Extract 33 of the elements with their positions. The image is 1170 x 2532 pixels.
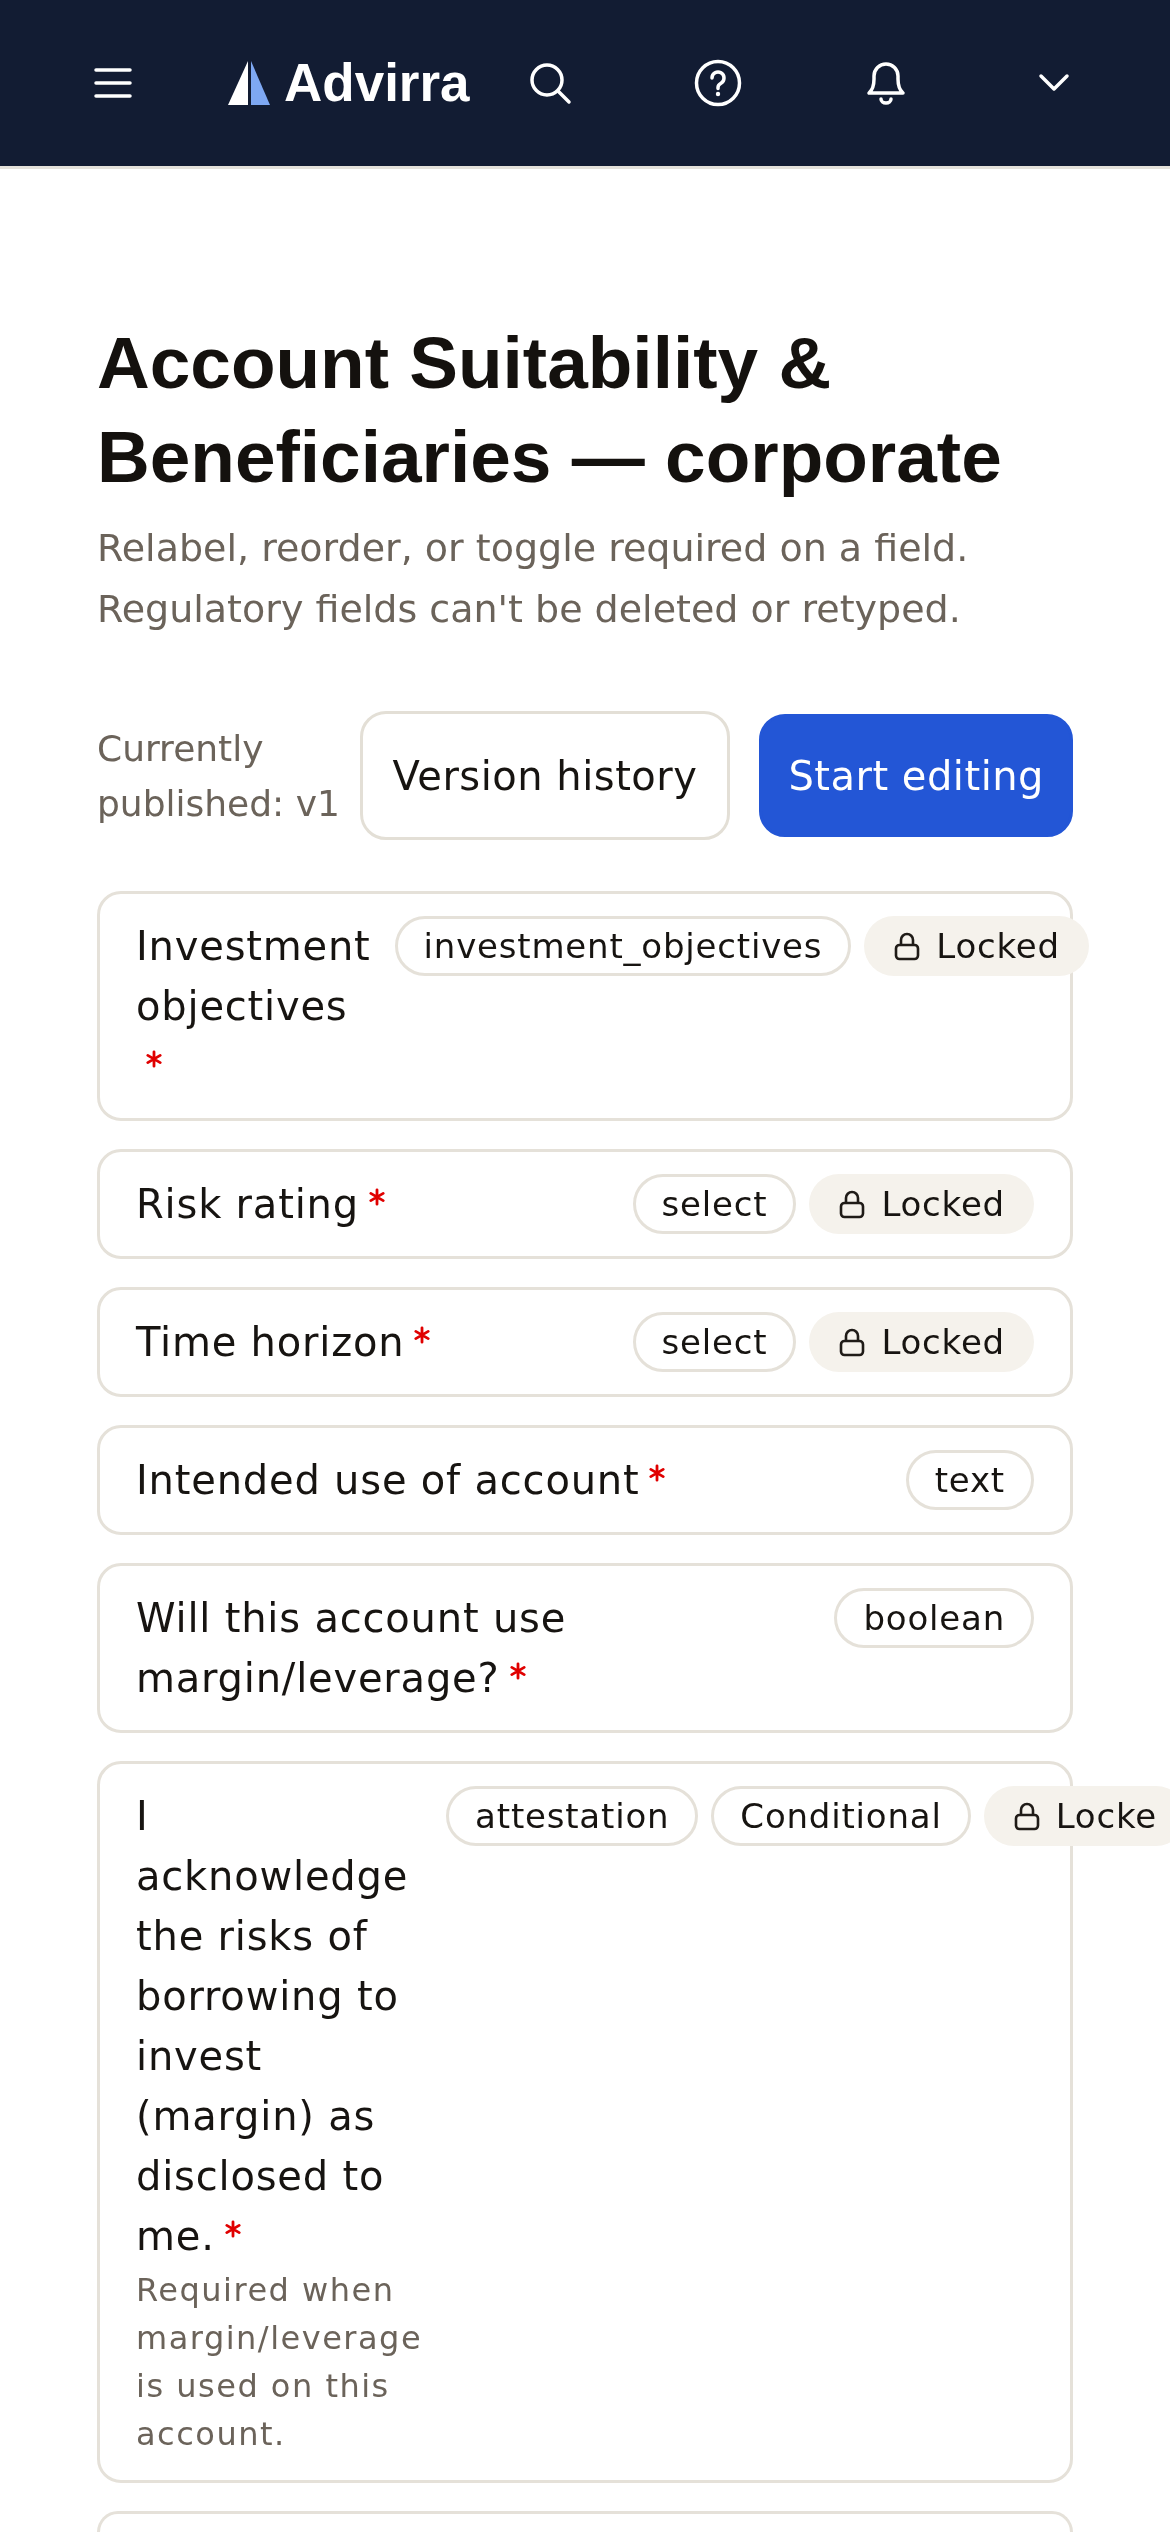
help-icon[interactable] xyxy=(693,59,742,107)
field-tag: text xyxy=(905,1450,1034,1510)
publish-status: Currently published: v1 xyxy=(97,726,341,826)
locked-text: Locke xyxy=(1055,1796,1157,1836)
field-label: I acknowledge the risks of borrowing to invest (margin) as disclosed to me. xyxy=(136,1793,409,2259)
page-title: Account Suitability & Beneficiaries — corporate xyxy=(97,321,1003,499)
lock-icon xyxy=(1013,1801,1040,1831)
field-tag: Conditional xyxy=(711,1786,971,1846)
field-label: Investment objectives xyxy=(136,923,371,1029)
lock-icon xyxy=(894,931,921,961)
field-tag: boolean xyxy=(834,1588,1034,1648)
locked-text: Locked xyxy=(936,926,1060,966)
locked-text: Locked xyxy=(881,1184,1005,1224)
field-label: Intended use of account xyxy=(136,1457,640,1503)
page-description: Relabel, reorder, or toggle required on a field. Regulatory fields can't be deleted or retyped. xyxy=(97,525,970,633)
field-tag: investment_objectives xyxy=(394,916,852,976)
brand-logo[interactable]: Advirra xyxy=(228,53,470,113)
triangle-logo-icon xyxy=(228,61,270,105)
field-tag: select xyxy=(632,1174,797,1234)
field-tag: attestation xyxy=(446,1786,699,1846)
lock-icon xyxy=(839,1189,866,1219)
search-icon[interactable] xyxy=(527,61,572,105)
secondary-button[interactable]: Version history xyxy=(359,711,731,840)
locked-text: Locked xyxy=(881,1322,1005,1362)
field-label: Risk rating xyxy=(136,1181,359,1227)
lock-icon xyxy=(839,1327,866,1357)
field-label: Time horizon xyxy=(136,1319,405,1365)
field-tag: select xyxy=(632,1312,797,1372)
menu-icon[interactable] xyxy=(93,66,133,100)
chevron-down-icon[interactable] xyxy=(1037,73,1070,93)
primary-button[interactable]: Start editing xyxy=(759,714,1073,837)
field-hint: Required when margin/leverage is used on this account. xyxy=(136,2270,423,2455)
field-label: Will this account use margin/leverage? xyxy=(136,1595,567,1701)
